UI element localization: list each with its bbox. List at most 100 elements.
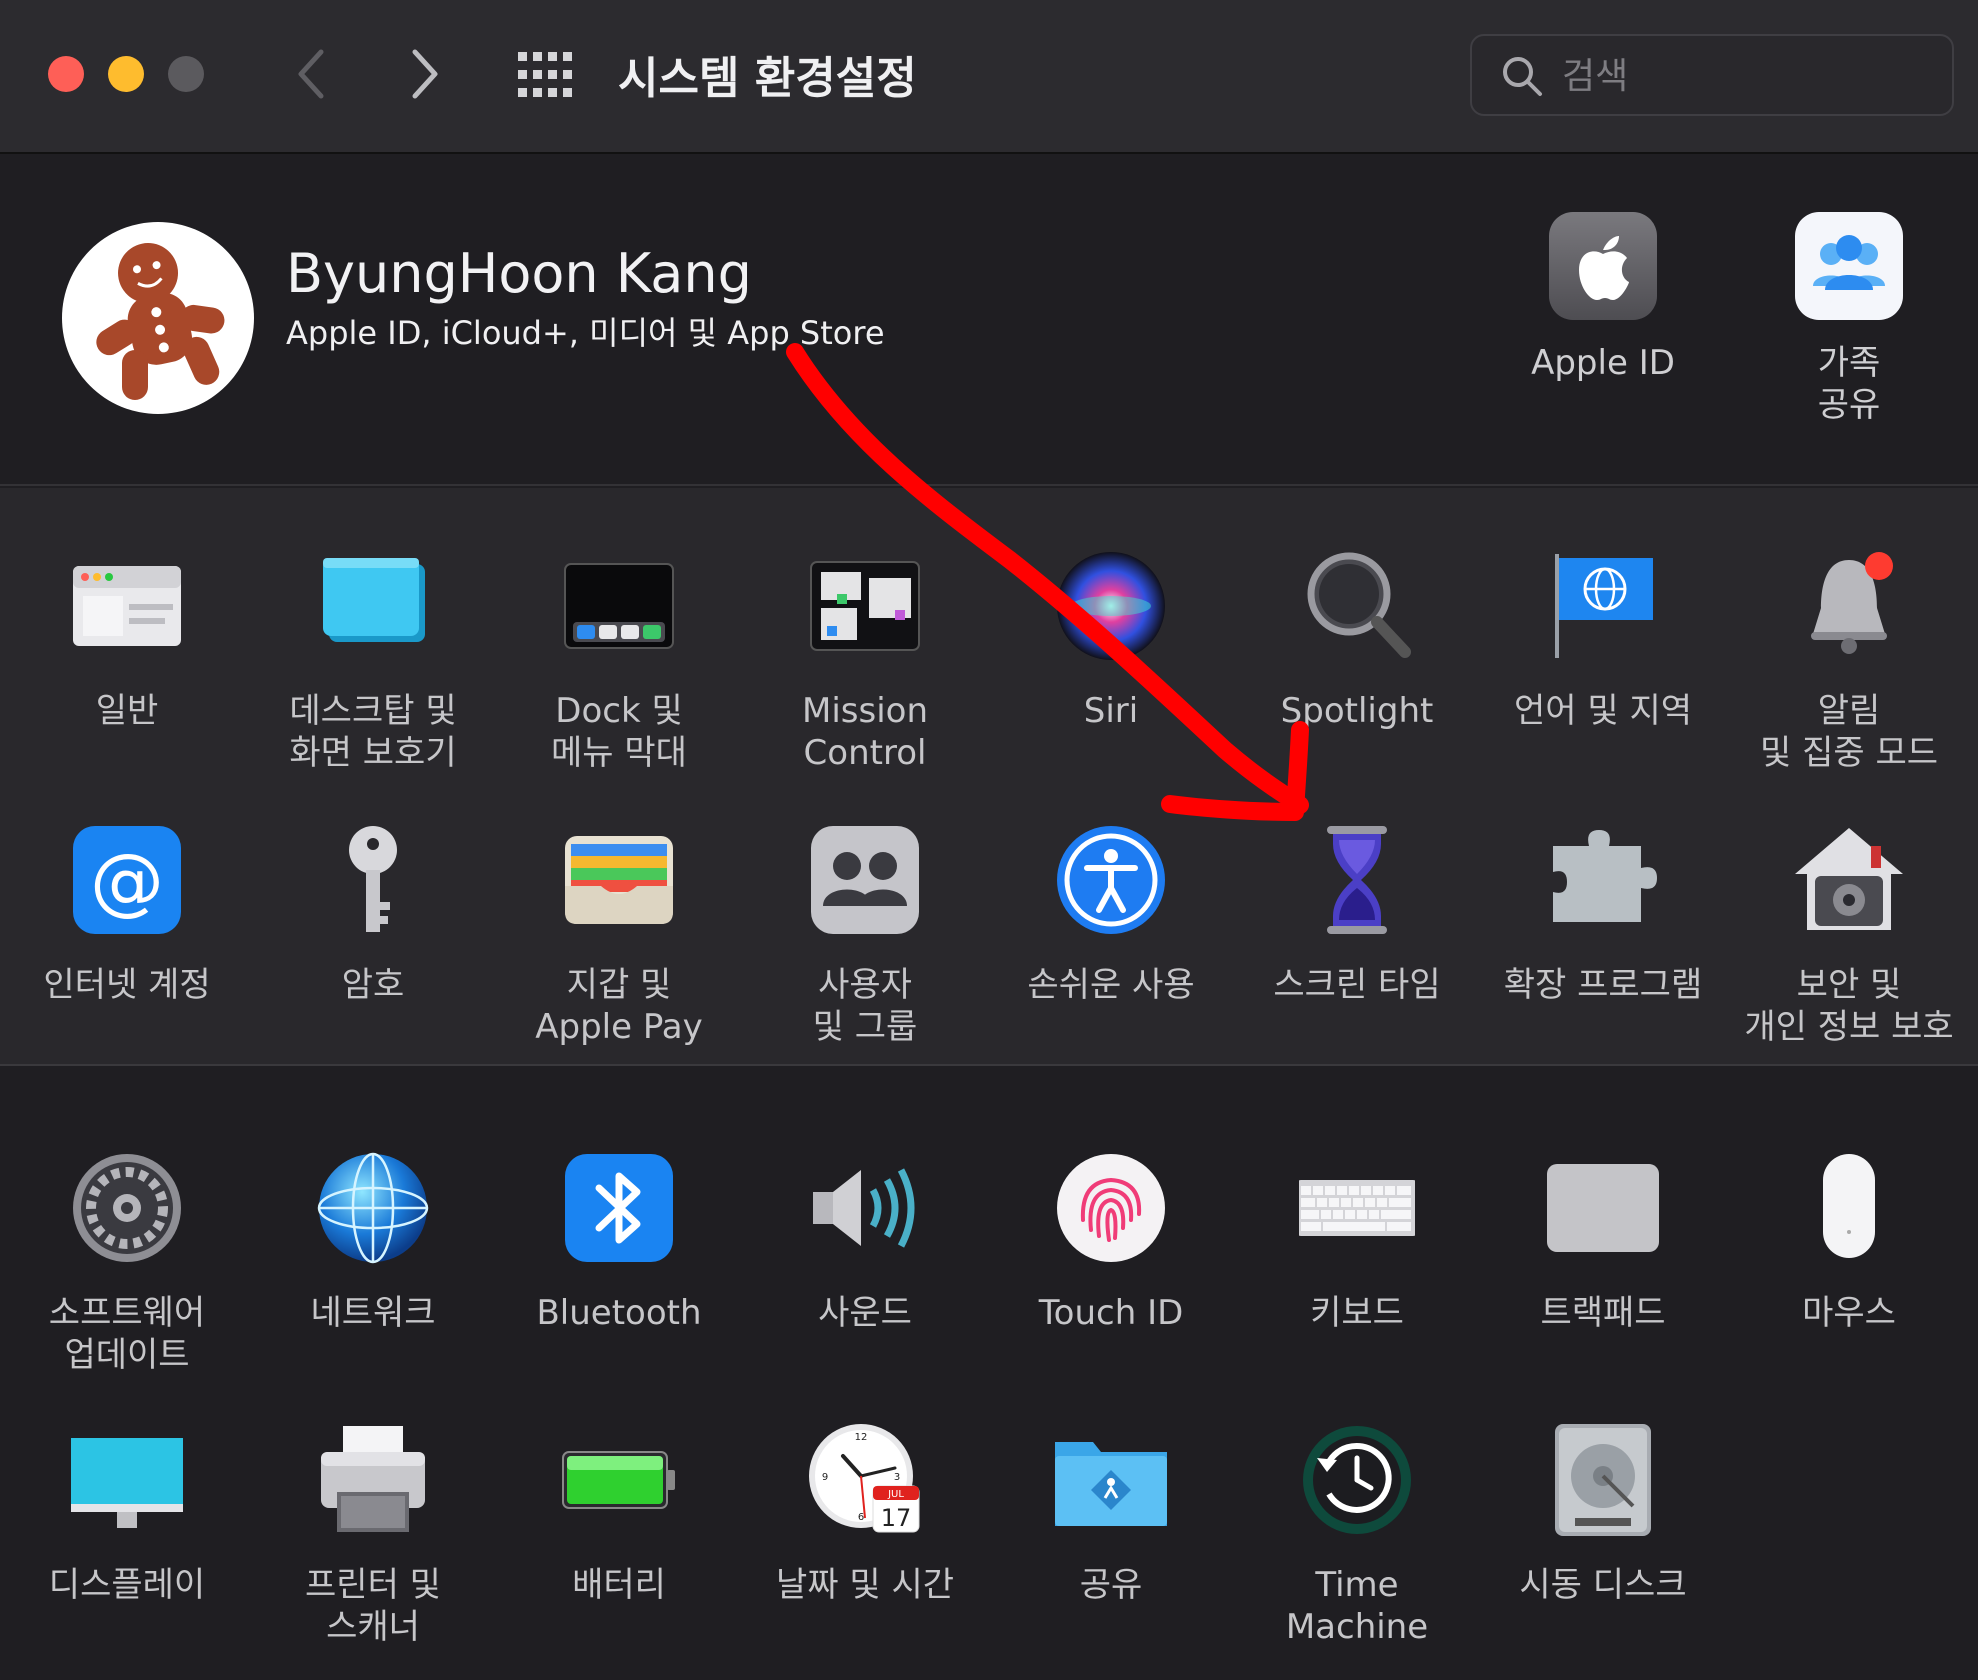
pref-label: 디스플레이 bbox=[48, 1565, 206, 1605]
back-button[interactable] bbox=[286, 44, 336, 104]
pref-security-privacy[interactable]: 보안 및 개인 정보 보호 bbox=[1729, 822, 1969, 1048]
pref-label: 일반 bbox=[95, 691, 159, 731]
zoom-button[interactable] bbox=[168, 56, 204, 92]
pref-network[interactable]: 네트워크 bbox=[253, 1150, 493, 1334]
pref-screen-time[interactable]: 스크린 타임 bbox=[1237, 822, 1477, 1006]
pref-trackpad[interactable]: 트랙패드 bbox=[1483, 1150, 1723, 1334]
family-sharing-label: 가족 공유 bbox=[1817, 343, 1881, 425]
grid-icon bbox=[518, 52, 572, 97]
avatar[interactable] bbox=[62, 222, 254, 414]
pref-label: Dock 및 메뉴 막대 bbox=[551, 691, 687, 773]
apple-id-label: Apple ID bbox=[1531, 343, 1675, 383]
clock-month: JUL bbox=[887, 1489, 904, 1500]
at-sign-icon: @ bbox=[69, 822, 185, 938]
bell-icon bbox=[1791, 548, 1907, 664]
pref-label: Spotlight bbox=[1280, 691, 1434, 731]
bluetooth-icon bbox=[561, 1150, 677, 1266]
pref-label: 데스크탑 및 화면 보호기 bbox=[289, 691, 457, 773]
pref-label: 시동 디스크 bbox=[1519, 1565, 1687, 1605]
pref-general[interactable]: 일반 bbox=[7, 548, 247, 732]
chevron-right-icon bbox=[412, 49, 438, 99]
sharing-folder-icon bbox=[1053, 1422, 1169, 1538]
accessibility-icon bbox=[1053, 822, 1169, 938]
pref-language-region[interactable]: 언어 및 지역 bbox=[1483, 548, 1723, 732]
pref-desktop-screensaver[interactable]: 데스크탑 및 화면 보호기 bbox=[253, 548, 493, 774]
pref-label: 트랙패드 bbox=[1540, 1293, 1666, 1333]
pref-siri[interactable]: Siri bbox=[991, 548, 1231, 732]
pref-label: 언어 및 지역 bbox=[1513, 691, 1692, 731]
printer-icon bbox=[315, 1422, 431, 1538]
pref-sharing[interactable]: 공유 bbox=[991, 1422, 1231, 1606]
pref-label: 사용자 및 그룹 bbox=[812, 965, 918, 1047]
svg-text:12: 12 bbox=[855, 1432, 868, 1443]
pref-label: 암호 bbox=[341, 965, 405, 1005]
pref-printers-scanners[interactable]: 프린터 및 스캐너 bbox=[253, 1422, 493, 1648]
pref-battery[interactable]: 배터리 bbox=[499, 1422, 739, 1606]
show-all-grid-button[interactable] bbox=[518, 52, 572, 98]
apple-logo-icon bbox=[1549, 212, 1657, 320]
apple-id-pref[interactable]: Apple ID bbox=[1503, 212, 1703, 384]
user-subtitle: Apple ID, iCloud+, 미디어 및 App Store bbox=[286, 314, 885, 352]
title-bar: 시스템 환경설정 bbox=[0, 0, 1978, 154]
close-button[interactable] bbox=[48, 56, 84, 92]
user-name: ByungHoon Kang bbox=[286, 242, 752, 305]
pref-label: Mission Control bbox=[801, 691, 928, 773]
pref-passwords[interactable]: 암호 bbox=[253, 822, 493, 1006]
speaker-icon bbox=[807, 1150, 923, 1266]
pref-startup-disk[interactable]: 시동 디스크 bbox=[1483, 1422, 1723, 1606]
pref-internet-accounts[interactable]: @ 인터넷 계정 bbox=[7, 822, 247, 1006]
pref-keyboard[interactable]: 키보드 bbox=[1237, 1150, 1477, 1334]
pref-label: 알림 및 집중 모드 bbox=[1759, 691, 1938, 773]
pref-sound[interactable]: 사운드 bbox=[745, 1150, 985, 1334]
clock-icon: 12 3 6 9 JUL 17 bbox=[807, 1422, 923, 1538]
desktop-icon bbox=[315, 548, 431, 664]
flag-globe-icon bbox=[1545, 548, 1661, 664]
pref-notifications-focus[interactable]: 알림 및 집중 모드 bbox=[1729, 548, 1969, 774]
svg-text:3: 3 bbox=[894, 1472, 900, 1483]
hard-disk-icon bbox=[1545, 1422, 1661, 1538]
pref-touch-id[interactable]: Touch ID bbox=[991, 1150, 1231, 1334]
time-machine-icon bbox=[1299, 1422, 1415, 1538]
svg-text:@: @ bbox=[90, 838, 164, 924]
pref-dock-menubar[interactable]: Dock 및 메뉴 막대 bbox=[499, 548, 739, 774]
personal-settings-section: 일반 데스크탑 및 화면 보호기 Dock 및 메뉴 막대 Mission Co… bbox=[0, 488, 1978, 1066]
pref-mouse[interactable]: 마우스 bbox=[1729, 1150, 1969, 1334]
pref-spotlight[interactable]: Spotlight bbox=[1237, 548, 1477, 732]
pref-wallet-applepay[interactable]: 지갑 및 Apple Pay bbox=[499, 822, 739, 1048]
pref-bluetooth[interactable]: Bluetooth bbox=[499, 1150, 739, 1334]
pref-accessibility[interactable]: 손쉬운 사용 bbox=[991, 822, 1231, 1006]
forward-button[interactable] bbox=[400, 44, 450, 104]
pref-label: 확장 프로그램 bbox=[1503, 965, 1703, 1005]
fingerprint-icon bbox=[1053, 1150, 1169, 1266]
gear-icon bbox=[69, 1150, 185, 1266]
pref-extensions[interactable]: 확장 프로그램 bbox=[1483, 822, 1723, 1006]
search-input[interactable] bbox=[1562, 50, 1932, 102]
pref-mission-control[interactable]: Mission Control bbox=[745, 548, 985, 774]
pref-label: 소프트웨어 업데이트 bbox=[48, 1293, 206, 1375]
pref-label: 지갑 및 Apple Pay bbox=[535, 965, 703, 1047]
svg-text:6: 6 bbox=[858, 1512, 864, 1523]
hardware-settings-section: 소프트웨어 업데이트 네트워크 Bluetooth 사운드 Touch ID 키… bbox=[0, 1068, 1978, 1680]
pref-label: 사운드 bbox=[818, 1293, 912, 1333]
minimize-button[interactable] bbox=[108, 56, 144, 92]
pref-date-time[interactable]: 12 3 6 9 JUL 17 날짜 및 시간 bbox=[745, 1422, 985, 1606]
users-icon bbox=[807, 822, 923, 938]
search-field[interactable] bbox=[1470, 34, 1954, 116]
clock-day: 17 bbox=[881, 1504, 912, 1532]
puzzle-piece-icon bbox=[1545, 822, 1661, 938]
family-sharing-pref[interactable]: 가족 공유 bbox=[1749, 212, 1949, 426]
pref-software-update[interactable]: 소프트웨어 업데이트 bbox=[7, 1150, 247, 1376]
pref-users-groups[interactable]: 사용자 및 그룹 bbox=[745, 822, 985, 1048]
pref-time-machine[interactable]: Time Machine bbox=[1237, 1422, 1477, 1648]
pref-label: 보안 및 개인 정보 보호 bbox=[1744, 965, 1954, 1047]
house-safe-icon bbox=[1791, 822, 1907, 938]
pref-label: Bluetooth bbox=[536, 1293, 702, 1333]
pref-label: Touch ID bbox=[1038, 1293, 1184, 1333]
keyboard-icon bbox=[1295, 1150, 1419, 1266]
svg-text:9: 9 bbox=[822, 1472, 828, 1483]
pref-displays[interactable]: 디스플레이 bbox=[7, 1422, 247, 1606]
pref-label: 배터리 bbox=[572, 1565, 666, 1605]
pref-label: 프린터 및 스캐너 bbox=[305, 1565, 441, 1647]
siri-icon bbox=[1053, 548, 1169, 664]
pref-label: 인터넷 계정 bbox=[43, 965, 211, 1005]
